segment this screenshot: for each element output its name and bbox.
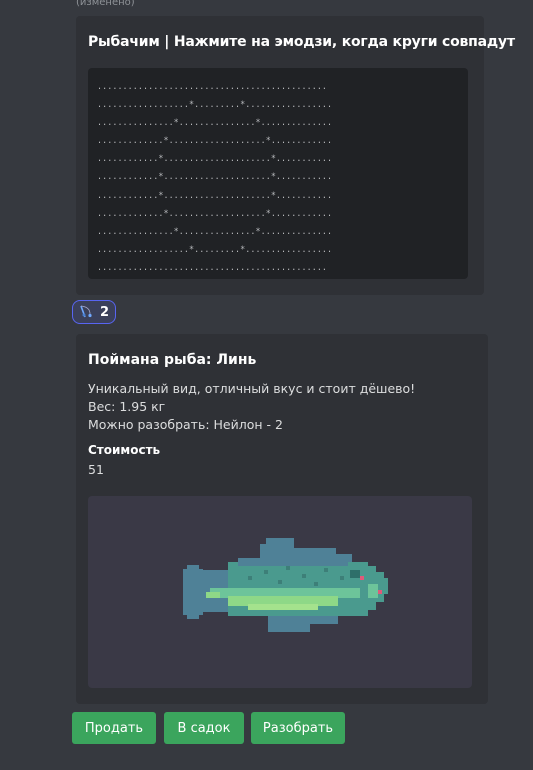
embed-title: Рыбачим | Нажмите на эмодзи, когда круги… [88,34,515,50]
fishing-rod-icon [78,304,94,320]
fish-image-frame [88,496,472,688]
price-field-name: Стоимость [88,443,161,457]
fishing-reaction-button[interactable]: 2 [72,300,116,324]
fishing-grid-codeblock: ........................................… [88,68,468,279]
fish-image [183,538,388,632]
description-line: Вес: 1.95 кг [88,399,166,414]
catch-title: Поймана рыба: Линь [88,352,257,368]
fishing-grid: ........................................… [97,81,333,272]
reaction-count: 2 [100,304,110,320]
catch-description: Уникальный вид, отличный вкус и стоит дё… [88,380,415,434]
edited-label: (изменено) [76,0,135,8]
description-line: Уникальный вид, отличный вкус и стоит дё… [88,381,416,396]
price-field-value: 51 [88,462,104,477]
description-line: Можно разобрать: Нейлон - 2 [88,417,283,432]
catch-embed: Поймана рыба: Линь Уникальный вид, отлич… [76,334,488,704]
fishing-game-embed: Рыбачим | Нажмите на эмодзи, когда круги… [76,16,515,295]
keep-button[interactable]: В садок [164,712,244,744]
sell-button[interactable]: Продать [72,712,156,744]
disassemble-button[interactable]: Разобрать [251,712,345,744]
